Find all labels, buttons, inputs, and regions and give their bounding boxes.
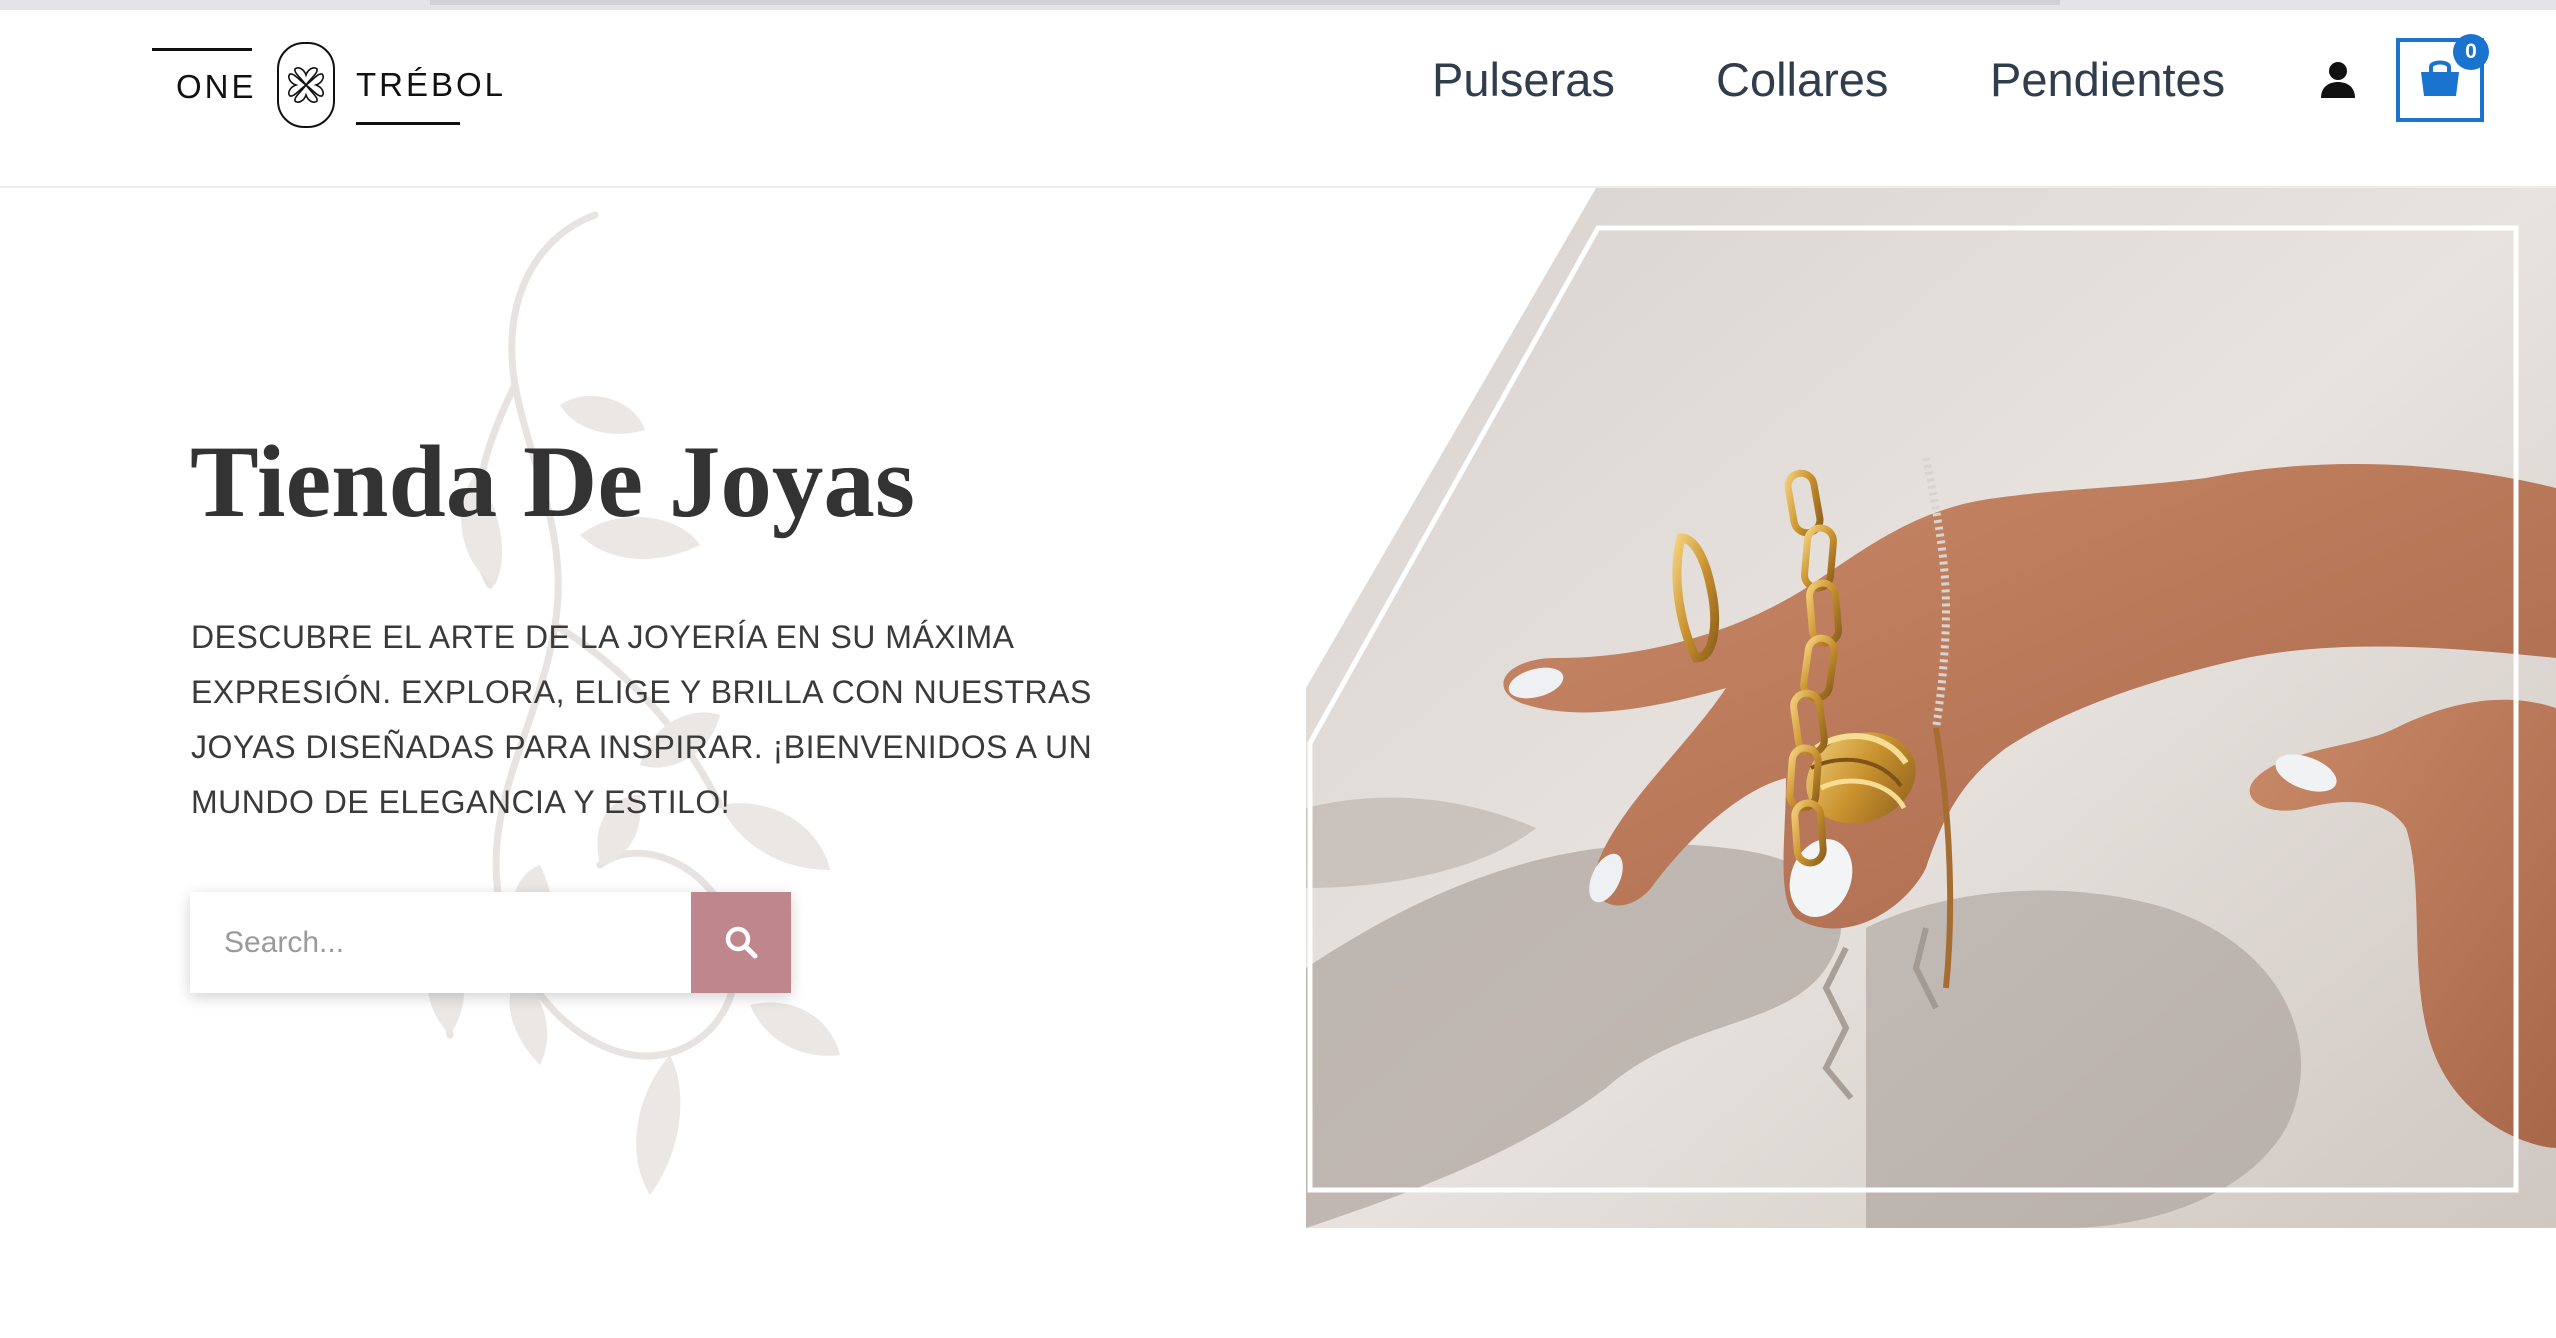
logo-text-right: TRÉBOL bbox=[356, 66, 507, 103]
search-input[interactable] bbox=[190, 892, 690, 993]
nav-item-collares[interactable]: Collares bbox=[1716, 52, 1888, 107]
shopping-bag-icon bbox=[2421, 60, 2459, 96]
hero-title: Tienda De Joyas bbox=[190, 425, 915, 539]
logo-divider-top bbox=[152, 48, 252, 51]
brand-logo[interactable]: ONE TRÉBOL bbox=[150, 30, 503, 130]
cart-count-badge: 0 bbox=[2453, 34, 2489, 70]
search-icon bbox=[725, 926, 758, 959]
search-button[interactable] bbox=[691, 892, 791, 993]
logo-divider-bottom bbox=[356, 122, 460, 125]
logo-text-left: ONE bbox=[176, 68, 257, 105]
site-header: ONE TRÉBOL Pulseras Collares Pendientes bbox=[0, 10, 2556, 188]
search-box bbox=[190, 892, 791, 993]
clover-icon bbox=[277, 42, 335, 128]
browser-top-strip bbox=[0, 0, 2556, 10]
nav-item-pulseras[interactable]: Pulseras bbox=[1432, 52, 1615, 107]
browser-scroll-indicator bbox=[430, 0, 2060, 5]
hero-description: DESCUBRE EL ARTE DE LA JOYERÍA EN SU MÁX… bbox=[191, 619, 1093, 820]
nav-item-pendientes[interactable]: Pendientes bbox=[1990, 52, 2225, 107]
user-icon[interactable] bbox=[2318, 60, 2358, 110]
hero-jewelry-photo bbox=[1306, 188, 2556, 1228]
